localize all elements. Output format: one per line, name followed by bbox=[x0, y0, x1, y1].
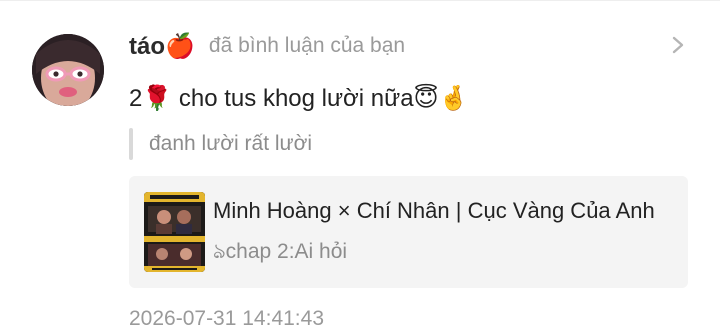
top-divider bbox=[0, 0, 720, 1]
quoted-text: đanh lười rất lười bbox=[149, 132, 313, 155]
notification-header: táo🍎 đã bình luận của bạn bbox=[129, 28, 405, 64]
story-card[interactable]: Minh Hoàng × Chí Nhân | Cục Vàng Của Anh… bbox=[129, 176, 688, 288]
avatar-image bbox=[32, 34, 104, 106]
timestamp: 2026-07-31 14:41:43 bbox=[129, 307, 324, 330]
quote-bar bbox=[129, 128, 133, 160]
avatar[interactable] bbox=[32, 34, 104, 106]
comment-body: 2🌹 cho tus khog lười nữa😇🤞 bbox=[129, 84, 469, 112]
story-chapter: ঌchap 2:Ai hỏi bbox=[213, 240, 348, 263]
comment-text: 2🌹 cho tus khog lười nữa😇🤞 bbox=[129, 80, 468, 116]
username[interactable]: táo🍎 bbox=[129, 32, 195, 61]
chevron-right-icon[interactable] bbox=[668, 35, 688, 55]
story-title: Minh Hoàng × Chí Nhân | Cục Vàng Của Anh bbox=[213, 198, 655, 223]
action-text: đã bình luận của bạn bbox=[208, 34, 406, 57]
story-cover-thumbnail bbox=[144, 192, 205, 272]
quoted-comment: đanh lười rất lười bbox=[129, 128, 312, 160]
